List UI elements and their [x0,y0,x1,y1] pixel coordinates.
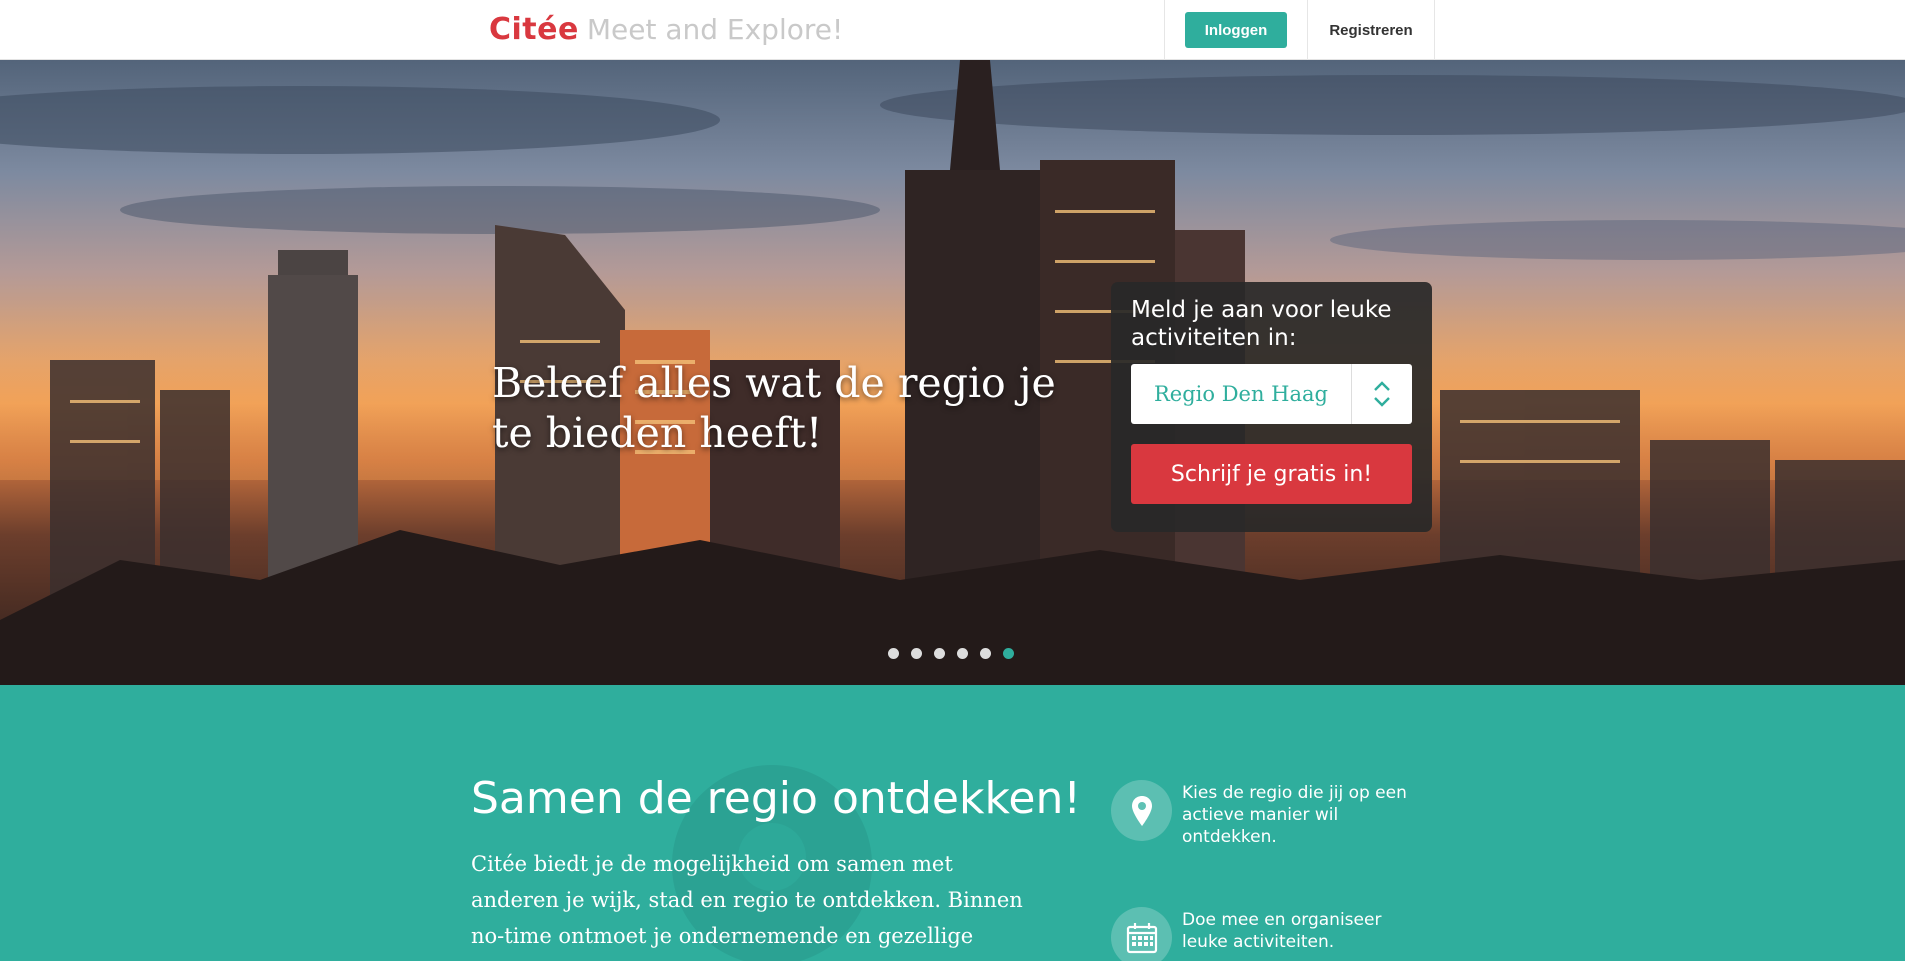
logo-name: Citée [489,12,579,47]
site-header: Citée Meet and Explore! Inloggen Registr… [0,0,1905,60]
signup-card: Meld je aan voor leuke activiteiten in: … [1111,282,1432,532]
carousel-dot[interactable] [934,648,945,659]
carousel-dot[interactable] [911,648,922,659]
carousel-dots [888,648,1014,659]
login-wrap: Inloggen [1165,0,1308,60]
hero-banner: Beleef alles wat de regio je te bieden h… [0,60,1905,685]
carousel-dot[interactable] [888,648,899,659]
signup-button[interactable]: Schrijf je gratis in! [1131,444,1412,504]
section-body: Citée biedt je de mogelijkheid om samen … [471,852,1023,948]
hero-headline: Beleef alles wat de regio je te bieden h… [492,359,1056,457]
carousel-dot[interactable] [957,648,968,659]
calendar-icon [1111,907,1172,961]
feature-text: Doe mee en organiseer leuke activiteiten… [1182,910,1382,952]
signup-title: Meld je aan voor leuke activiteiten in: [1131,297,1392,351]
login-button[interactable]: Inloggen [1185,12,1287,48]
intro-section: Samen de regio ontdekken! Citée biedt je… [0,685,1905,961]
region-select-value: Regio Den Haag [1131,364,1352,424]
feature-item: Doe mee en organiseer leuke activiteiten… [1111,907,1412,961]
select-arrows-icon[interactable] [1352,364,1412,424]
feature-text: Kies de regio die jij op een actieve man… [1182,783,1407,847]
header-nav: Inloggen Registreren [1164,0,1435,60]
carousel-dot[interactable] [980,648,991,659]
register-link[interactable]: Registreren [1308,0,1434,60]
map-pin-icon [1111,780,1172,841]
carousel-dot-active[interactable] [1003,648,1014,659]
logo-tagline: Meet and Explore! [586,13,844,46]
logo[interactable]: Citée Meet and Explore! [489,12,843,48]
feature-item: Kies de regio die jij op een actieve man… [1111,780,1412,848]
region-select[interactable]: Regio Den Haag [1131,364,1412,424]
section-title: Samen de regio ontdekken! [471,773,1081,824]
